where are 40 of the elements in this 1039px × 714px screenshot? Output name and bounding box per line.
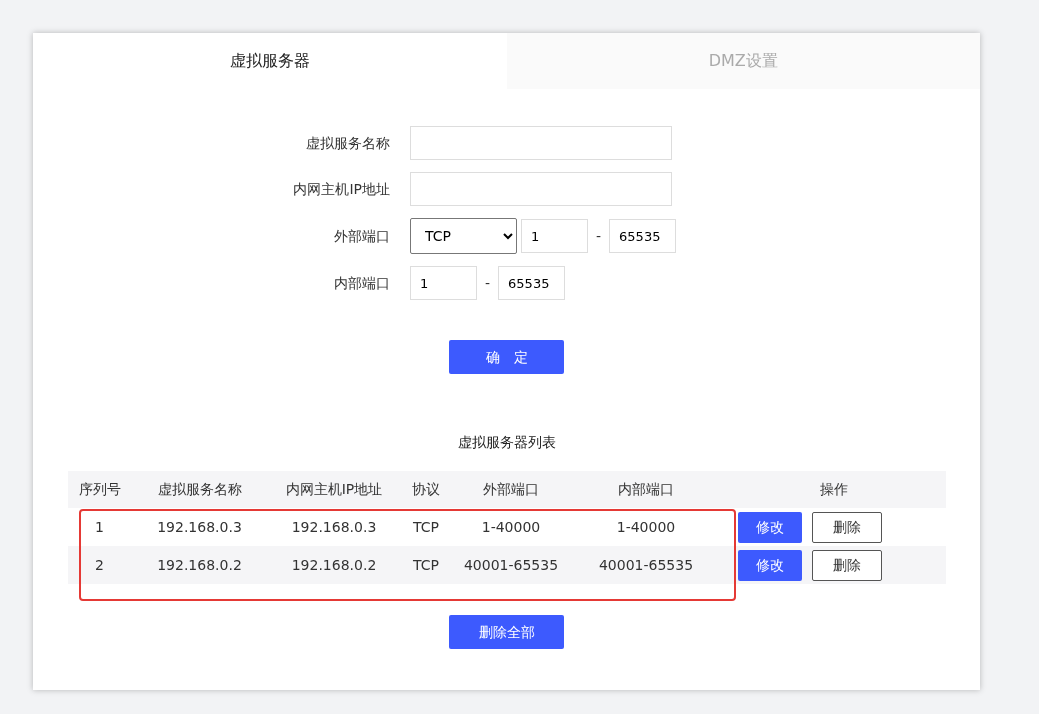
column-header: 序列号 — [68, 471, 131, 508]
confirm-button[interactable]: 确 定 — [449, 340, 564, 374]
column-header: 内网主机IP地址 — [268, 471, 400, 508]
column-header: 虚拟服务名称 — [131, 471, 268, 508]
protocol-select[interactable]: TCP — [410, 218, 517, 254]
column-header: 操作 — [722, 471, 946, 508]
table-cell: TCP — [400, 546, 452, 584]
table-cell: 192.168.0.3 — [268, 508, 400, 546]
table-cell: 40001-65535 — [570, 546, 722, 584]
table-cell: TCP — [400, 508, 452, 546]
table-cell: 192.168.0.2 — [268, 546, 400, 584]
port-to-field[interactable]: 65535 — [609, 219, 677, 253]
field-label: 虚拟服务名称 — [305, 133, 391, 153]
table-cell: 1 — [68, 508, 131, 546]
port-from-field[interactable]: 1 — [410, 266, 477, 300]
table-cell: 192.168.0.3 — [131, 508, 268, 546]
table-cell: 1-40000 — [452, 508, 570, 546]
delete-button[interactable]: 删除 — [812, 549, 882, 581]
edit-button[interactable]: 修改 — [738, 511, 802, 543]
delete-all-button[interactable]: 删除全部 — [449, 615, 564, 649]
column-header: 内部端口 — [570, 471, 722, 508]
column-header: 外部端口 — [452, 471, 570, 508]
table-cell: 40001-65535 — [452, 546, 570, 584]
field-label: 内部端口 — [333, 273, 391, 293]
input-field[interactable] — [410, 172, 672, 206]
field-label: 外部端口 — [333, 226, 391, 246]
delete-button[interactable]: 删除 — [812, 511, 882, 543]
range-separator: - — [595, 226, 603, 246]
port-from-field[interactable]: 1 — [521, 219, 588, 253]
table-cell: 1-40000 — [570, 508, 722, 546]
tab[interactable]: 虚拟服务器 — [33, 33, 507, 89]
input-field[interactable] — [410, 126, 672, 160]
edit-button[interactable]: 修改 — [738, 549, 802, 581]
range-separator: - — [484, 273, 492, 293]
table-title: 虚拟服务器列表 — [456, 433, 557, 452]
table-cell: 192.168.0.2 — [131, 546, 268, 584]
column-header: 协议 — [400, 471, 452, 508]
table-cell: 2 — [68, 546, 131, 584]
port-to-field[interactable]: 65535 — [498, 266, 566, 300]
field-label: 内网主机IP地址 — [292, 179, 391, 199]
